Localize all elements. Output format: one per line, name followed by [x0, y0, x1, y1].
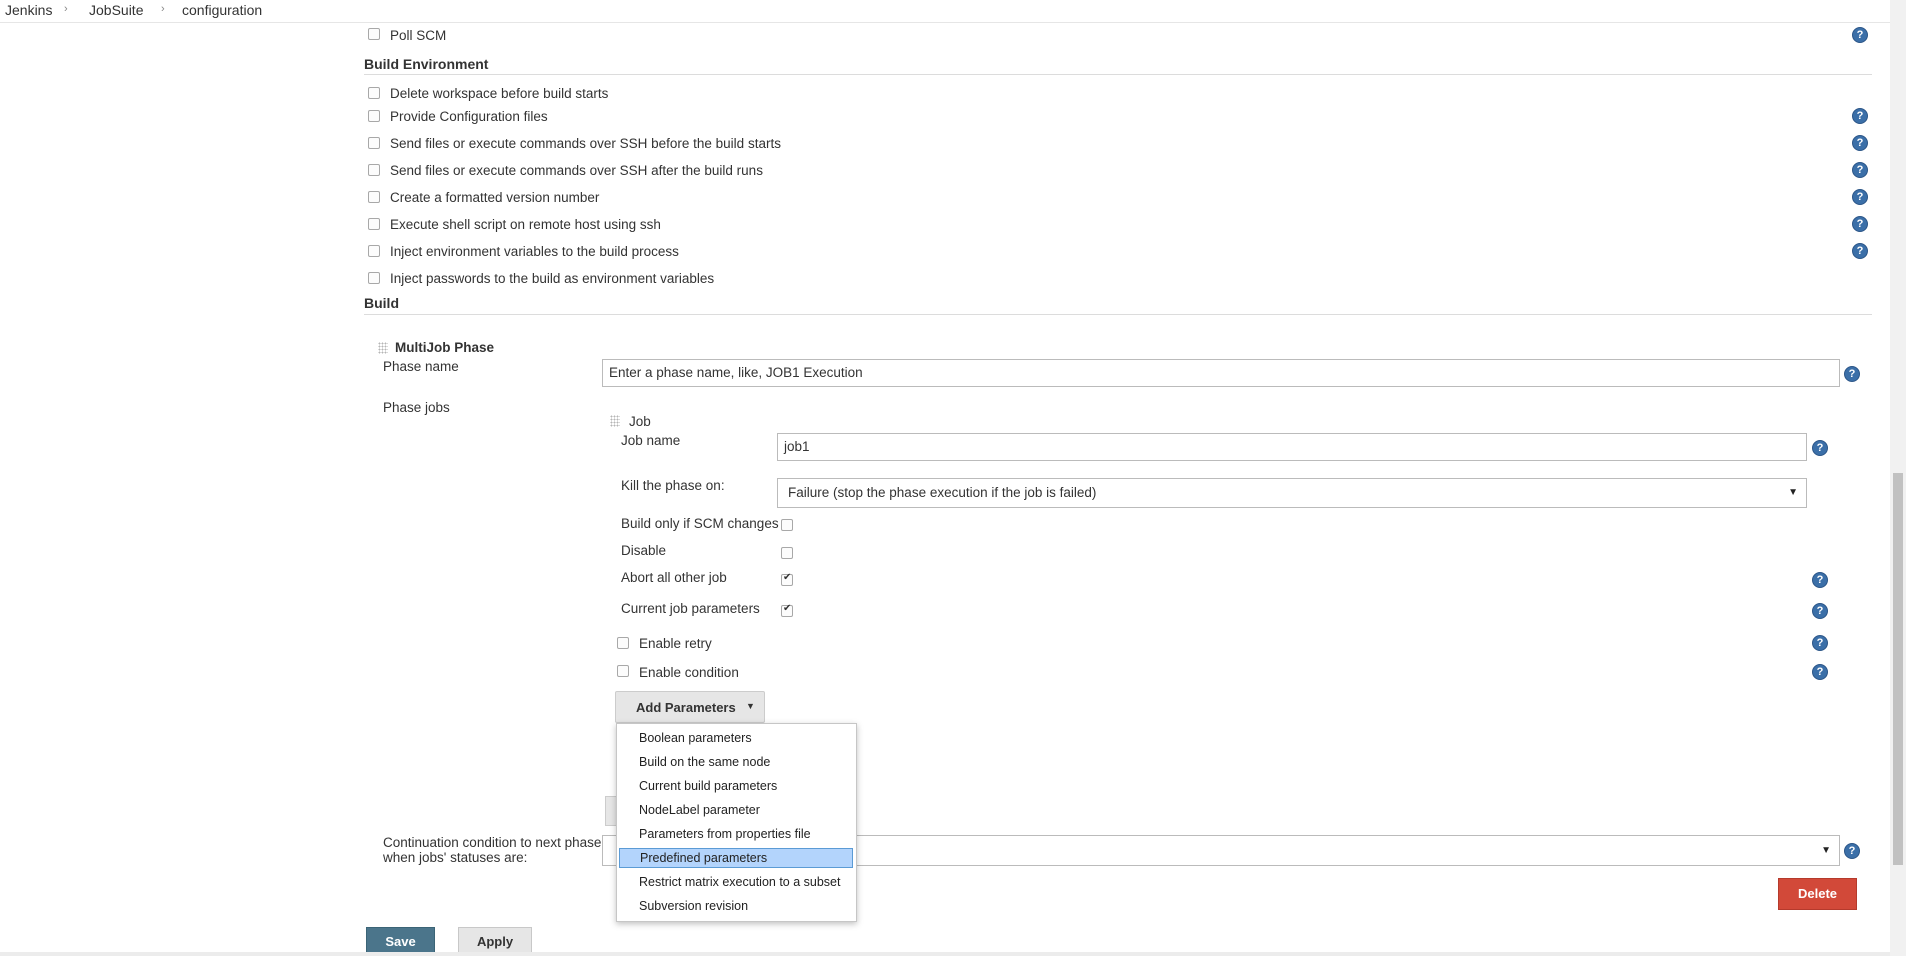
- menu-item-current-build-params[interactable]: Current build parameters: [619, 776, 853, 796]
- menu-item-nodelabel[interactable]: NodeLabel parameter: [619, 800, 853, 820]
- enable-condition-label: Enable condition: [639, 665, 739, 680]
- breadcrumb-jobsuite[interactable]: JobSuite: [89, 2, 143, 18]
- continuation-label-line1: Continuation condition to next phase: [383, 835, 602, 850]
- build-only-scm-checkbox[interactable]: [781, 519, 793, 531]
- kill-phase-value: Failure (stop the phase execution if the…: [788, 485, 1097, 500]
- kill-phase-select[interactable]: Failure (stop the phase execution if the…: [777, 478, 1807, 508]
- help-icon[interactable]: ?: [1852, 27, 1868, 43]
- menu-item-boolean-params[interactable]: Boolean parameters: [619, 728, 853, 748]
- disable-checkbox[interactable]: [781, 547, 793, 559]
- add-parameters-menu: Boolean parameters Build on the same nod…: [616, 723, 857, 922]
- drag-handle-icon[interactable]: [378, 342, 388, 354]
- build-environment-heading: Build Environment: [364, 56, 489, 72]
- help-icon[interactable]: ?: [1852, 108, 1868, 124]
- menu-item-subversion-revision[interactable]: Subversion revision: [619, 896, 853, 916]
- formatted-version-checkbox[interactable]: [368, 191, 380, 203]
- phase-name-label: Phase name: [383, 359, 459, 374]
- poll-scm-label: Poll SCM: [390, 28, 447, 43]
- breadcrumb-separator-icon: ›: [64, 3, 68, 15]
- menu-item-same-node[interactable]: Build on the same node: [619, 752, 853, 772]
- help-icon[interactable]: ?: [1812, 440, 1828, 456]
- abort-all-checkbox[interactable]: [781, 572, 793, 586]
- kill-phase-label: Kill the phase on:: [621, 478, 725, 493]
- chevron-down-icon: ▼: [1788, 487, 1798, 498]
- ssh-after-build-checkbox[interactable]: [368, 164, 380, 176]
- provide-config-files-checkbox[interactable]: [368, 110, 380, 122]
- breadcrumb: Jenkins › JobSuite › configuration: [0, 0, 1906, 23]
- ssh-before-build-checkbox[interactable]: [368, 137, 380, 149]
- current-params-checkbox[interactable]: [781, 603, 793, 617]
- build-only-scm-label: Build only if SCM changes: [621, 516, 779, 531]
- abort-all-label: Abort all other job: [621, 570, 727, 585]
- help-icon[interactable]: ?: [1812, 664, 1828, 680]
- inject-env-vars-checkbox[interactable]: [368, 245, 380, 257]
- help-icon[interactable]: ?: [1852, 243, 1868, 259]
- scrollbar-thumb[interactable]: [1893, 473, 1903, 865]
- add-parameters-label: Add Parameters: [636, 700, 736, 715]
- help-icon[interactable]: ?: [1844, 366, 1860, 382]
- menu-item-predefined-params[interactable]: Predefined parameters: [619, 848, 853, 868]
- menu-item-restrict-matrix[interactable]: Restrict matrix execution to a subset: [619, 872, 853, 892]
- help-icon[interactable]: ?: [1812, 572, 1828, 588]
- menu-item-properties-file[interactable]: Parameters from properties file: [619, 824, 853, 844]
- chevron-down-icon: ▼: [746, 701, 755, 711]
- provide-config-files-label: Provide Configuration files: [390, 109, 548, 124]
- help-icon[interactable]: ?: [1852, 189, 1868, 205]
- enable-retry-label: Enable retry: [639, 636, 712, 651]
- current-params-label: Current job parameters: [621, 601, 760, 616]
- section-divider: [364, 314, 1872, 315]
- drag-handle-icon[interactable]: [610, 415, 620, 427]
- enable-retry-checkbox[interactable]: [617, 637, 629, 649]
- chevron-down-icon: ▼: [1821, 845, 1831, 856]
- job-title: Job: [629, 414, 651, 429]
- ssh-after-build-label: Send files or execute commands over SSH …: [390, 163, 763, 178]
- help-icon[interactable]: ?: [1852, 135, 1868, 151]
- remote-shell-checkbox[interactable]: [368, 218, 380, 230]
- inject-passwords-checkbox[interactable]: [368, 272, 380, 284]
- bottom-bar: [0, 952, 1890, 956]
- enable-condition-checkbox[interactable]: [617, 665, 629, 677]
- ssh-before-build-label: Send files or execute commands over SSH …: [390, 136, 781, 151]
- job-name-label: Job name: [621, 433, 681, 448]
- help-icon[interactable]: ?: [1812, 635, 1828, 651]
- inject-passwords-label: Inject passwords to the build as environ…: [390, 271, 715, 286]
- delete-workspace-label: Delete workspace before build starts: [390, 86, 609, 101]
- delete-workspace-checkbox[interactable]: [368, 87, 380, 99]
- help-icon[interactable]: ?: [1852, 162, 1868, 178]
- continuation-label: Continuation condition to next phase whe…: [383, 835, 601, 865]
- job-name-input[interactable]: job1: [777, 433, 1807, 461]
- add-parameters-button[interactable]: Add Parameters ▼: [615, 691, 765, 723]
- inject-env-vars-label: Inject environment variables to the buil…: [390, 244, 679, 259]
- help-icon[interactable]: ?: [1812, 603, 1828, 619]
- phase-name-input[interactable]: Enter a phase name, like, JOB1 Execution: [602, 359, 1840, 387]
- remote-shell-label: Execute shell script on remote host usin…: [390, 217, 661, 232]
- poll-scm-checkbox[interactable]: [368, 28, 380, 40]
- delete-button[interactable]: Delete: [1778, 878, 1857, 910]
- breadcrumb-configuration[interactable]: configuration: [182, 2, 262, 18]
- section-divider: [364, 74, 1872, 75]
- help-icon[interactable]: ?: [1844, 843, 1860, 859]
- multijob-phase-title: MultiJob Phase: [395, 340, 495, 355]
- build-heading: Build: [364, 295, 399, 311]
- breadcrumb-jenkins[interactable]: Jenkins: [5, 2, 52, 18]
- continuation-label-line2: when jobs' statuses are:: [383, 850, 528, 865]
- breadcrumb-separator-icon: ›: [161, 3, 165, 15]
- formatted-version-label: Create a formatted version number: [390, 190, 600, 205]
- help-icon[interactable]: ?: [1852, 216, 1868, 232]
- phase-jobs-label: Phase jobs: [383, 400, 450, 415]
- disable-label: Disable: [621, 543, 667, 558]
